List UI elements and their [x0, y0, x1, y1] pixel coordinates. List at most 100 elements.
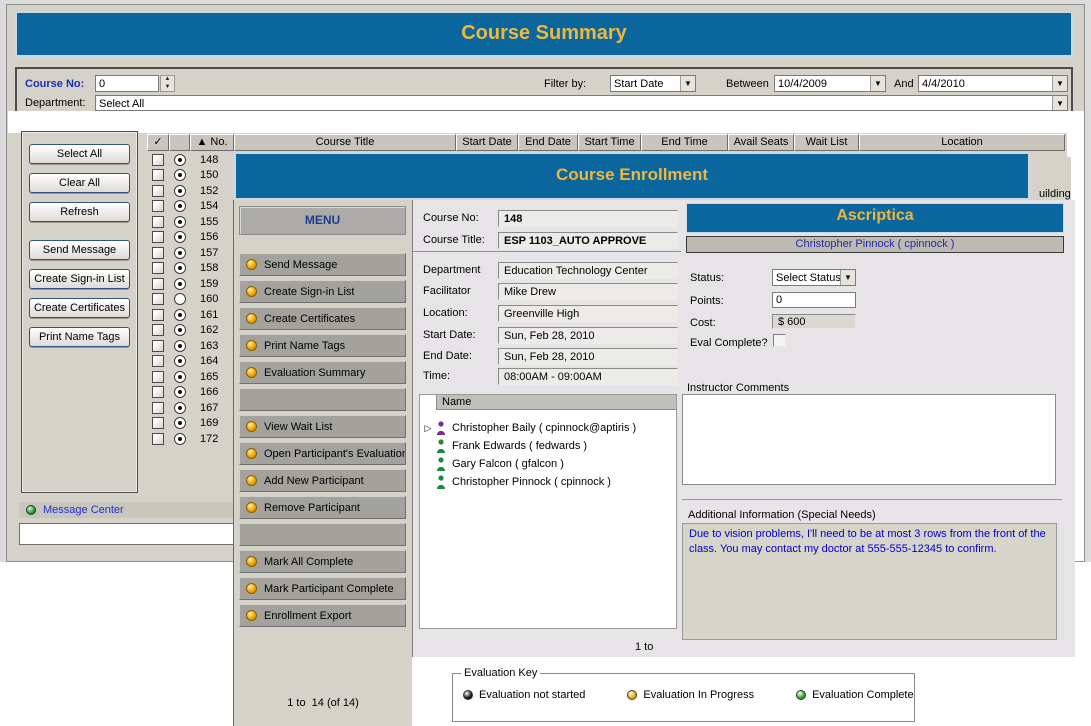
- row-checkbox[interactable]: [152, 293, 164, 305]
- course-no-spinner[interactable]: ▲▼: [160, 75, 175, 92]
- participant-list-header[interactable]: Name: [436, 395, 676, 410]
- action-button-send-message[interactable]: Send Message: [29, 240, 130, 260]
- row-radio[interactable]: [174, 340, 186, 352]
- chevron-down-icon[interactable]: ▼: [680, 76, 695, 91]
- row-radio[interactable]: [174, 185, 186, 197]
- row-radio[interactable]: [174, 371, 186, 383]
- filter-by-select[interactable]: Start Date▼: [610, 75, 696, 92]
- column-header-end-date[interactable]: End Date: [518, 134, 578, 151]
- column-header-avail-seats[interactable]: Avail Seats: [728, 134, 794, 151]
- row-radio[interactable]: [174, 216, 186, 228]
- row-radio[interactable]: [174, 386, 186, 398]
- row-checkbox[interactable]: [152, 417, 164, 429]
- row-radio[interactable]: [174, 247, 186, 259]
- participant-name[interactable]: Frank Edwards ( fedwards ): [452, 440, 587, 452]
- row-radio[interactable]: [174, 262, 186, 274]
- eval-complete-checkbox[interactable]: [773, 334, 786, 347]
- chevron-down-icon[interactable]: ▼: [1052, 76, 1067, 91]
- menu-item-view-wait-list[interactable]: View Wait List: [239, 415, 406, 438]
- column-header-course-title[interactable]: Course Title: [234, 134, 456, 151]
- column-header-start-time[interactable]: Start Time: [578, 134, 641, 151]
- between-date-select[interactable]: 10/4/2009▼: [774, 75, 886, 92]
- table-row-167[interactable]: 167: [147, 400, 218, 416]
- row-checkbox[interactable]: [152, 154, 164, 166]
- row-checkbox[interactable]: [152, 200, 164, 212]
- row-radio[interactable]: [174, 231, 186, 243]
- action-button-print-name-tags[interactable]: Print Name Tags: [29, 327, 130, 347]
- course-no-input[interactable]: [95, 75, 159, 92]
- row-radio[interactable]: [174, 309, 186, 321]
- table-row-158[interactable]: 158: [147, 261, 218, 277]
- menu-item-remove-participant[interactable]: Remove Participant: [239, 496, 406, 519]
- message-center-input[interactable]: [19, 523, 240, 545]
- row-checkbox[interactable]: [152, 185, 164, 197]
- table-row-156[interactable]: 156: [147, 230, 218, 246]
- table-row-157[interactable]: 157: [147, 245, 218, 261]
- and-date-select[interactable]: 4/4/2010▼: [918, 75, 1068, 92]
- instructor-comments-textarea[interactable]: [682, 394, 1056, 485]
- row-checkbox[interactable]: [152, 324, 164, 336]
- menu-item-mark-all-complete[interactable]: Mark All Complete: [239, 550, 406, 573]
- action-button-clear-all[interactable]: Clear All: [29, 173, 130, 193]
- department-select[interactable]: Select All▼: [95, 95, 1068, 111]
- table-row-165[interactable]: 165: [147, 369, 218, 385]
- table-row-159[interactable]: 159: [147, 276, 218, 292]
- menu-item-create-sign-in-list[interactable]: Create Sign-in List: [239, 280, 406, 303]
- table-row-160[interactable]: 160: [147, 292, 218, 308]
- chevron-down-icon[interactable]: ▼: [1052, 96, 1067, 110]
- points-input[interactable]: [772, 292, 856, 308]
- row-checkbox[interactable]: [152, 262, 164, 274]
- menu-item-add-new-participant[interactable]: Add New Participant: [239, 469, 406, 492]
- participant-row-frank-edwards[interactable]: Frank Edwards ( fedwards ): [420, 437, 676, 455]
- menu-item-print-name-tags[interactable]: Print Name Tags: [239, 334, 406, 357]
- row-radio[interactable]: [174, 324, 186, 336]
- chevron-down-icon[interactable]: ▼: [870, 76, 885, 91]
- spinner-down-icon[interactable]: ▼: [161, 84, 174, 92]
- table-row-161[interactable]: 161: [147, 307, 218, 323]
- table-row-152[interactable]: 152: [147, 183, 218, 199]
- action-button-create-sign-in-list[interactable]: Create Sign-in List: [29, 269, 130, 289]
- row-radio[interactable]: [174, 417, 186, 429]
- row-checkbox[interactable]: [152, 231, 164, 243]
- row-radio[interactable]: [174, 169, 186, 181]
- row-checkbox[interactable]: [152, 309, 164, 321]
- row-checkbox[interactable]: [152, 216, 164, 228]
- spinner-up-icon[interactable]: ▲: [161, 76, 174, 84]
- table-row-148[interactable]: 148: [147, 152, 218, 168]
- action-button-refresh[interactable]: Refresh: [29, 202, 130, 222]
- column-header-radio[interactable]: [169, 134, 190, 151]
- menu-item-open-participant-s-evaluation[interactable]: Open Participant's Evaluation: [239, 442, 406, 465]
- participant-name[interactable]: Gary Falcon ( gfalcon ): [452, 458, 564, 470]
- column-header-location[interactable]: Location: [859, 134, 1065, 151]
- row-checkbox[interactable]: [152, 433, 164, 445]
- row-checkbox[interactable]: [152, 402, 164, 414]
- row-checkbox[interactable]: [152, 355, 164, 367]
- participant-name[interactable]: Christopher Pinnock ( cpinnock ): [452, 476, 611, 488]
- participant-row-christopher-pinnock[interactable]: Christopher Pinnock ( cpinnock ): [420, 473, 676, 491]
- column-header-end-time[interactable]: End Time: [641, 134, 728, 151]
- table-row-172[interactable]: 172: [147, 431, 218, 447]
- column-header-sort-no[interactable]: ▲ No.: [190, 134, 234, 151]
- row-checkbox[interactable]: [152, 278, 164, 290]
- table-row-155[interactable]: 155: [147, 214, 218, 230]
- course-table-header[interactable]: ✓▲ No.Course TitleStart DateEnd DateStar…: [147, 134, 1065, 151]
- menu-item-send-message[interactable]: Send Message: [239, 253, 406, 276]
- menu-item-evaluation-summary[interactable]: Evaluation Summary: [239, 361, 406, 384]
- participant-row-christopher-baily[interactable]: ▷Christopher Baily ( cpinnock@aptiris ): [420, 419, 676, 437]
- action-button-create-certificates[interactable]: Create Certificates: [29, 298, 130, 318]
- table-row-162[interactable]: 162: [147, 323, 218, 339]
- table-row-150[interactable]: 150: [147, 168, 218, 184]
- row-radio[interactable]: [174, 433, 186, 445]
- chevron-down-icon[interactable]: ▼: [840, 270, 855, 285]
- table-row-166[interactable]: 166: [147, 385, 218, 401]
- row-checkbox[interactable]: [152, 247, 164, 259]
- status-select[interactable]: Select Status▼: [772, 269, 856, 286]
- table-row-169[interactable]: 169: [147, 416, 218, 432]
- row-radio[interactable]: [174, 278, 186, 290]
- row-checkbox[interactable]: [152, 169, 164, 181]
- column-header-start-date[interactable]: Start Date: [456, 134, 518, 151]
- row-radio[interactable]: [174, 293, 186, 305]
- column-header-wait-list[interactable]: Wait List: [794, 134, 859, 151]
- row-checkbox[interactable]: [152, 386, 164, 398]
- menu-item-mark-participant-complete[interactable]: Mark Participant Complete: [239, 577, 406, 600]
